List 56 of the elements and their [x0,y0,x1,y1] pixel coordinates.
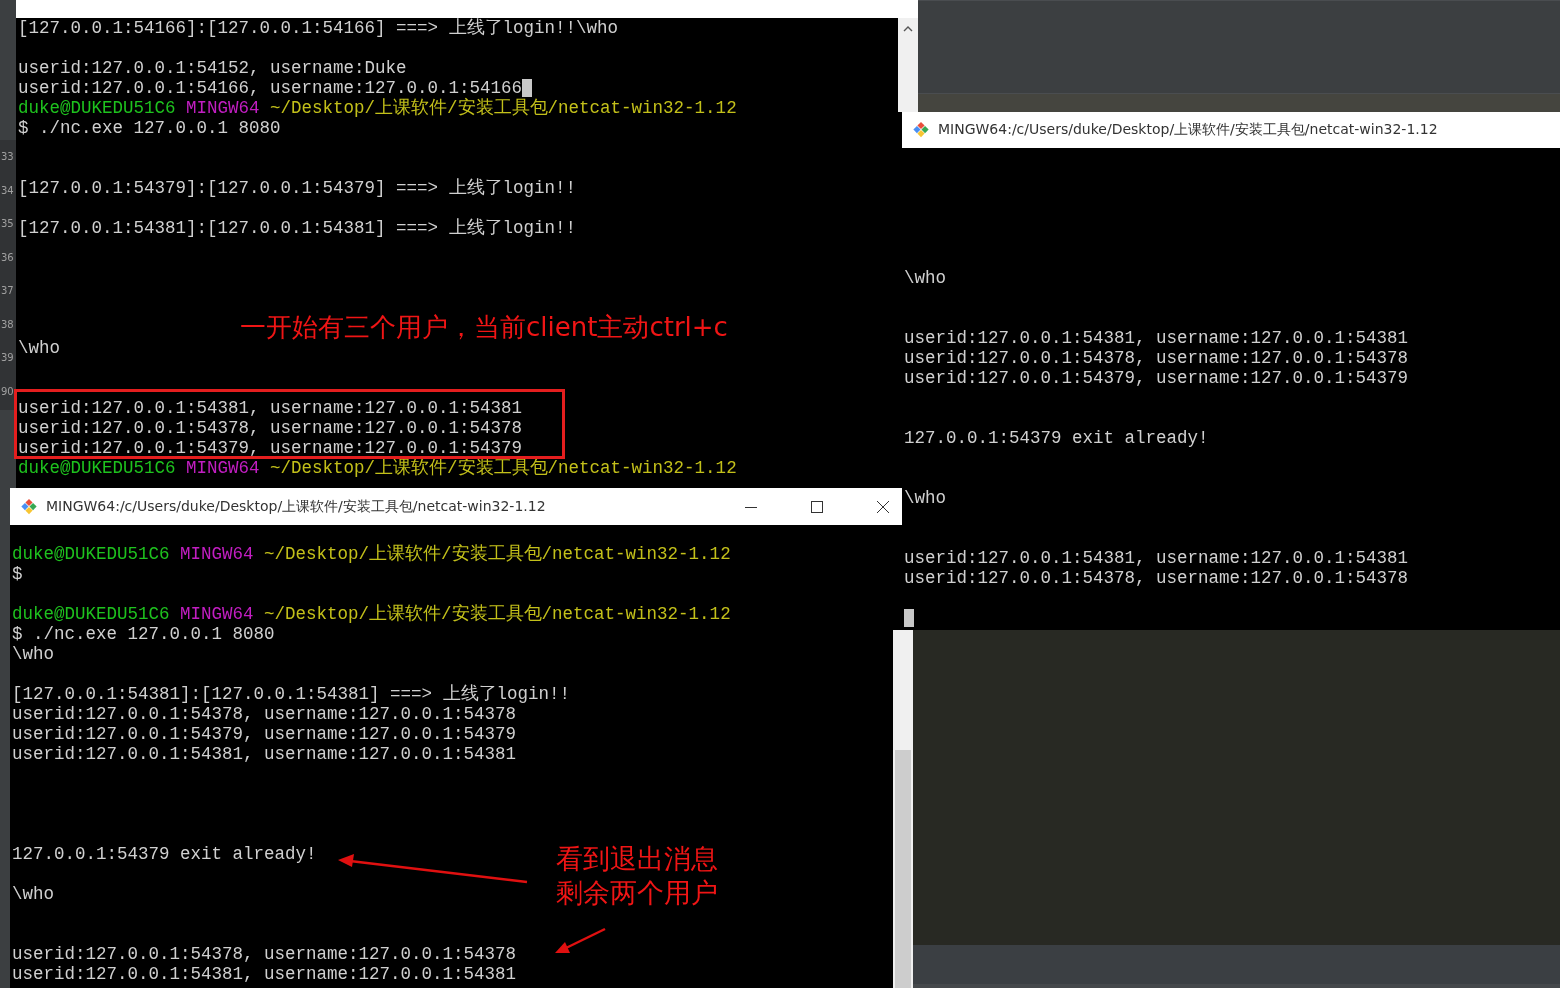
terminal-line: 127.0.0.1:54379 exit already! [904,428,1209,448]
terminal-line: userid:127.0.0.1:54378, username:127.0.0.1:54378 [904,348,1409,368]
terminal-line: userid:127.0.0.1:54379, username:127.0.0.1:54379 [12,724,517,744]
terminal-line: 127.0.0.1:54379 exit already! [12,844,317,864]
terminal-line: userid:127.0.0.1:54378, username:127.0.0.1:54378 [18,418,523,438]
scrollbar-thumb[interactable] [895,750,911,988]
annotation-text: 一开始有三个用户，当前client主动ctrl+c [240,311,728,344]
terminal-line: userid:127.0.0.1:54378, username:127.0.0.1:54378 [904,568,1409,588]
line-number: 33 [1,150,15,164]
line-number: 37 [1,284,15,298]
scrollbar[interactable] [898,18,918,112]
line-number: 90 [1,384,15,399]
prompt-line: duke@DUKEDU51C6 MINGW64 ~/Desktop/上课软件/安装工具包/netcat-win32-1.12 [18,458,737,478]
maximize-icon[interactable] [811,500,823,513]
terminal-line: [127.0.0.1:54381]:[127.0.0.1:54381] ===> 上线了login!! [12,684,571,704]
prompt-line: duke@DUKEDU51C6 MINGW64 ~/Desktop/上课软件/安装工具包/netcat-win32-1.12 [18,98,737,118]
line-number: 36 [1,250,15,265]
terminal-line: [127.0.0.1:54379]:[127.0.0.1:54379] ===> 上线了login!! [18,178,577,198]
annotation-text: 看到退出消息 [556,842,718,876]
terminal-line: userid:127.0.0.1:54166, username:127.0.0.1:54166 [18,78,523,98]
scrollbar[interactable] [893,630,913,988]
terminal-line: userid:127.0.0.1:54378, username:127.0.0.1:54378 [12,704,517,724]
terminal-line: userid:127.0.0.1:54381, username:127.0.0.1:54381 [18,398,523,418]
line-number: 35 [1,217,15,231]
window-title: MINGW64:/c/Users/duke/Desktop/上课软件/安装工具包/netcat-win32-1.12 [46,497,546,516]
window-title: MINGW64:/c/Users/duke/Desktop/上课软件/安装工具包/netcat-win32-1.12 [938,121,1438,139]
terminal-line: userid:127.0.0.1:54381, username:127.0.0.1:54381 [12,964,517,984]
terminal-line: $ ./nc.exe 127.0.0.1 8080 [12,624,275,644]
scroll-up-icon[interactable] [903,26,913,32]
annotation-text: 剩余两个用户 [556,876,718,910]
prompt-line: duke@DUKEDU51C6 MINGW64 ~/Desktop/上课软件/安装工具包/netcat-win32-1.12 [12,604,731,624]
terminal-line: \who [12,644,54,664]
close-icon[interactable] [877,500,889,513]
terminal-line: \who [12,884,54,904]
terminal-line: \who [904,268,946,288]
terminal-line: \who [904,488,946,508]
terminal-line: userid:127.0.0.1:54381, username:127.0.0.1:54381 [904,548,1409,568]
terminal-line: [127.0.0.1:54166]:[127.0.0.1:54166] ===> 上线了login!!\who [18,18,619,38]
terminal-line: userid:127.0.0.1:54381, username:127.0.0.1:54381 [12,744,517,764]
line-number: 39 [1,351,15,365]
git-icon [912,121,930,139]
terminal-line: $ [12,564,23,584]
terminal-line: \who [18,338,60,358]
line-number: 34 [1,183,15,198]
terminal-line: userid:127.0.0.1:54378, username:127.0.0.1:54378 [12,944,517,964]
git-icon [20,497,38,516]
terminal-line: userid:127.0.0.1:54152, username:Duke [18,58,407,78]
line-number: 38 [1,317,15,332]
terminal-line: userid:127.0.0.1:54379, username:127.0.0.1:54379 [18,438,523,458]
terminal-line: userid:127.0.0.1:54379, username:127.0.0.1:54379 [904,368,1409,388]
terminal-line: userid:127.0.0.1:54381, username:127.0.0.1:54381 [904,328,1409,348]
text-cursor [904,609,914,627]
terminal-line: [127.0.0.1:54381]:[127.0.0.1:54381] ===> 上线了login!! [18,218,577,238]
terminal-line: $ ./nc.exe 127.0.0.1 8080 [18,118,281,138]
prompt-line: duke@DUKEDU51C6 MINGW64 ~/Desktop/上课软件/安装工具包/netcat-win32-1.12 [12,544,731,564]
annotation-arrow [555,927,606,953]
